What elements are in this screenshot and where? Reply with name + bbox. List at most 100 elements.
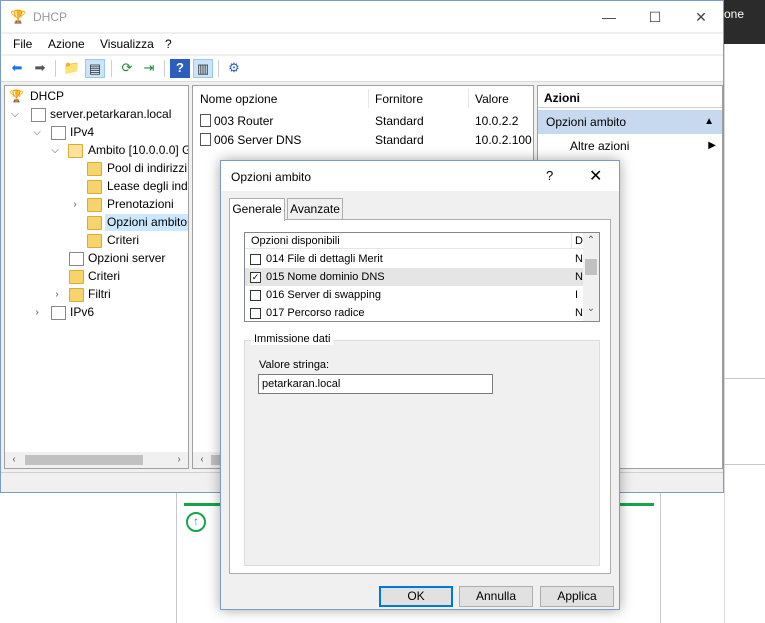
option-checkbox[interactable]: ✓: [250, 272, 261, 283]
list-row-name[interactable]: 006 Server DNS: [200, 131, 301, 149]
tree-node-label: Criteri: [107, 233, 139, 247]
scroll-left-icon[interactable]: ‹: [195, 452, 209, 468]
close-button[interactable]: ✕: [679, 5, 723, 29]
actions-section-scope-options[interactable]: Opzioni ambito ▲: [538, 110, 722, 134]
dhcp-app-icon: 🏆: [10, 9, 27, 24]
option-label: 014 File di dettagli Merit: [266, 253, 383, 265]
column-header-value[interactable]: Valore: [475, 86, 509, 110]
tree-node-label: Opzioni ambito: [105, 214, 188, 231]
action-more-actions[interactable]: Altre azioni ▶: [538, 135, 722, 157]
collapse-icon[interactable]: ▲: [704, 110, 714, 134]
back-arrow-icon[interactable]: ⬅: [7, 59, 27, 78]
column-divider: [571, 233, 572, 249]
help-icon[interactable]: ?: [170, 59, 190, 78]
up-folder-icon[interactable]: 📁: [62, 59, 82, 78]
column-divider: [468, 89, 469, 108]
chevron-right-icon[interactable]: ›: [31, 304, 43, 321]
maximize-button[interactable]: ☐: [633, 5, 677, 29]
background-titlebar: one: [724, 0, 765, 44]
background-divider: [724, 378, 765, 379]
tree-node-label: Lease degli indi: [107, 179, 189, 193]
column-divider: [368, 89, 369, 108]
option-row[interactable]: ✓ 015 Nome dominio DNS N: [245, 268, 583, 286]
chevron-down-icon[interactable]: ⌵: [9, 106, 21, 123]
show-action-pane-icon[interactable]: ▥: [193, 59, 213, 78]
dhcp-icon: 🏆: [9, 89, 24, 103]
list-row-vendor: Standard: [375, 133, 424, 147]
dialog-help-button[interactable]: ?: [546, 168, 553, 183]
tree-node-label: Prenotazioni: [107, 197, 174, 211]
scroll-right-icon[interactable]: ›: [172, 452, 186, 468]
dialog-title: Opzioni ambito: [231, 170, 312, 184]
console-tree: 🏆 DHCP ⌵ server.petarkaran.local ⌵ IPv4 …: [4, 85, 189, 469]
menu-help[interactable]: ?: [165, 37, 172, 51]
list-row-name[interactable]: 003 Router: [200, 112, 273, 130]
general-tab-panel: Opzioni disponibili D 014 File di dettag…: [229, 219, 611, 574]
window-titlebar: 🏆 DHCP — ☐ ✕: [1, 1, 723, 32]
string-value-input[interactable]: petarkaran.local: [258, 374, 493, 394]
tree-node-label: IPv6: [70, 305, 95, 319]
tree-horizontal-scrollbar[interactable]: ‹ ›: [5, 452, 188, 468]
options-vertical-scrollbar[interactable]: ⌃ ⌄: [583, 233, 599, 321]
page-icon: [69, 252, 84, 266]
cancel-button[interactable]: Annulla: [459, 586, 533, 607]
folder-icon: [69, 270, 84, 284]
scroll-thumb[interactable]: [25, 455, 143, 465]
menu-azione[interactable]: Azione: [48, 37, 85, 51]
background-green-line: [620, 503, 654, 506]
dialog-close-button[interactable]: ✕: [589, 166, 602, 186]
toolbar-separator: [111, 60, 112, 77]
ipv6-icon: [51, 306, 66, 320]
scroll-down-icon[interactable]: ⌄: [583, 303, 599, 314]
menu-file[interactable]: File: [13, 37, 32, 51]
column-header-vendor[interactable]: Fornitore: [375, 86, 423, 110]
menu-bar: File Azione Visualizza ?: [1, 34, 723, 54]
scroll-thumb[interactable]: [585, 259, 597, 275]
option-label: 016 Server di swapping: [266, 289, 381, 301]
export-icon[interactable]: ⇥: [139, 59, 159, 78]
dialog-titlebar: Opzioni ambito ? ✕: [221, 161, 619, 191]
minimize-button[interactable]: —: [587, 5, 631, 29]
tree-node-label: Opzioni server: [88, 251, 166, 265]
upload-arrow-icon: ↑: [186, 512, 206, 532]
menu-visualizza[interactable]: Visualizza: [100, 37, 154, 51]
option-checkbox[interactable]: [250, 308, 261, 319]
option-label: 015 Nome dominio DNS: [266, 271, 385, 283]
tree-node-label: Pool di indirizzi: [107, 161, 188, 175]
folder-icon: [87, 162, 102, 176]
show-tree-icon[interactable]: ▤: [85, 59, 105, 78]
background-title-text: one: [724, 7, 745, 21]
chevron-down-icon[interactable]: ⌵: [31, 124, 43, 141]
options-list-header[interactable]: Opzioni disponibili D: [245, 233, 583, 249]
toolbar-separator: [164, 60, 165, 77]
option-row[interactable]: 017 Percorso radice N: [245, 304, 583, 321]
column-header-name[interactable]: Nome opzione: [200, 86, 277, 110]
tree-node-label: Ambito [10.0.0.0] G: [88, 143, 189, 157]
tab-general[interactable]: Generale: [229, 198, 285, 221]
options-header-trail: D: [575, 235, 583, 247]
option-trail: N: [575, 271, 583, 283]
ok-button[interactable]: OK: [379, 586, 453, 607]
list-row-vendor: Standard: [375, 114, 424, 128]
forward-arrow-icon[interactable]: ➡: [30, 59, 50, 78]
tree-node-label: server.petarkaran.local: [50, 107, 172, 121]
background-green-line: [184, 503, 220, 506]
scroll-left-icon[interactable]: ‹: [7, 452, 21, 468]
apply-button[interactable]: Applica: [540, 586, 614, 607]
chevron-right-icon[interactable]: ›: [51, 286, 63, 303]
background-divider: [176, 493, 177, 623]
chevron-down-icon[interactable]: ⌵: [49, 142, 61, 159]
option-checkbox[interactable]: [250, 254, 261, 265]
option-checkbox[interactable]: [250, 290, 261, 301]
option-icon: [200, 133, 211, 146]
tree-node-label: Criteri: [88, 269, 120, 283]
lease-icon: [87, 180, 102, 194]
option-row[interactable]: 016 Server di swapping I: [245, 286, 583, 304]
refresh-icon[interactable]: ⟳: [117, 59, 137, 78]
chevron-right-icon[interactable]: ›: [69, 196, 81, 213]
scroll-up-icon[interactable]: ⌃: [583, 235, 599, 246]
server-tool-icon[interactable]: ⚙: [224, 59, 244, 78]
option-row[interactable]: 014 File di dettagli Merit N: [245, 250, 583, 268]
list-cell: 003 Router: [214, 114, 274, 128]
tab-advanced[interactable]: Avanzate: [287, 198, 343, 220]
